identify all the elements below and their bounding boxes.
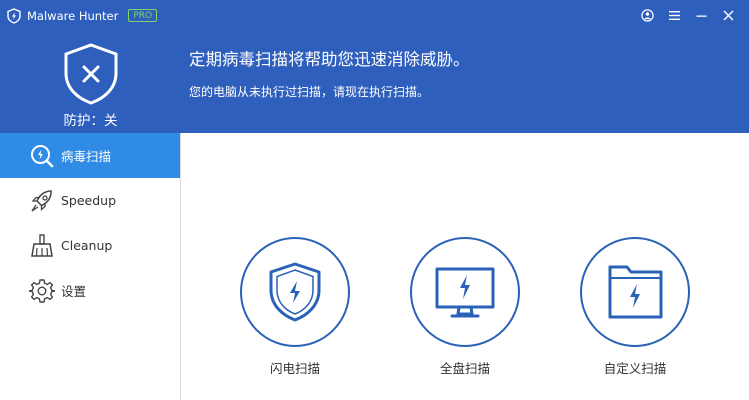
sidebar-item-speedup[interactable]: Speedup <box>0 178 180 223</box>
header-title: 定期病毒扫描将帮助您迅速消除威胁。 <box>189 50 470 69</box>
menu-icon[interactable] <box>668 7 681 20</box>
magnifier-bolt-icon <box>31 144 54 167</box>
full-scan-button[interactable] <box>410 237 520 347</box>
sidebar-item-label: 设置 <box>61 284 87 299</box>
app-logo-icon <box>7 7 21 24</box>
close-icon[interactable] <box>722 7 735 21</box>
app-title: Malware Hunter <box>27 8 119 23</box>
folder-bolt-icon <box>608 265 663 319</box>
sidebar-item-cleanup[interactable]: Cleanup <box>0 223 180 268</box>
window-controls <box>641 7 735 22</box>
custom-scan-label: 自定义扫描 <box>603 361 667 376</box>
monitor-bolt-icon <box>435 267 495 318</box>
minimize-icon[interactable] <box>695 7 708 20</box>
sidebar-item-label: 病毒扫描 <box>61 149 112 164</box>
custom-scan-button[interactable] <box>580 237 690 347</box>
gear-icon <box>29 278 55 303</box>
quick-scan-button[interactable] <box>240 237 350 347</box>
sidebar-item-label: Cleanup <box>61 238 113 253</box>
header: Malware Hunter PRO 防护：关 定期病毒扫描将帮助您迅速消除威胁… <box>0 0 749 133</box>
quick-scan-option[interactable]: 闪电扫描 <box>240 237 350 377</box>
full-scan-option[interactable]: 全盘扫描 <box>410 237 520 377</box>
custom-scan-option[interactable]: 自定义扫描 <box>580 237 690 377</box>
scan-panel: 闪电扫描 全盘扫描 自定义扫描 <box>181 133 749 400</box>
quick-scan-label: 闪电扫描 <box>269 361 320 376</box>
broom-icon <box>31 233 53 257</box>
full-scan-label: 全盘扫描 <box>439 361 490 376</box>
sidebar-item-virus-scan[interactable]: 病毒扫描 <box>0 133 180 178</box>
protection-status: 防护：关 <box>63 113 118 129</box>
title-bar: Malware Hunter PRO <box>6 7 158 24</box>
account-icon[interactable] <box>641 7 654 22</box>
header-subtitle: 您的电脑从未执行过扫描，请现在执行扫描。 <box>189 85 430 99</box>
protection-off-shield-icon <box>64 43 118 105</box>
shield-bolt-icon <box>269 262 321 322</box>
pro-badge: PRO <box>128 9 158 22</box>
rocket-icon <box>31 189 52 212</box>
sidebar-item-settings[interactable]: 设置 <box>0 268 180 313</box>
sidebar: 病毒扫描 Speedup Cleanup 设置 <box>0 133 181 400</box>
sidebar-item-label: Speedup <box>61 193 117 208</box>
